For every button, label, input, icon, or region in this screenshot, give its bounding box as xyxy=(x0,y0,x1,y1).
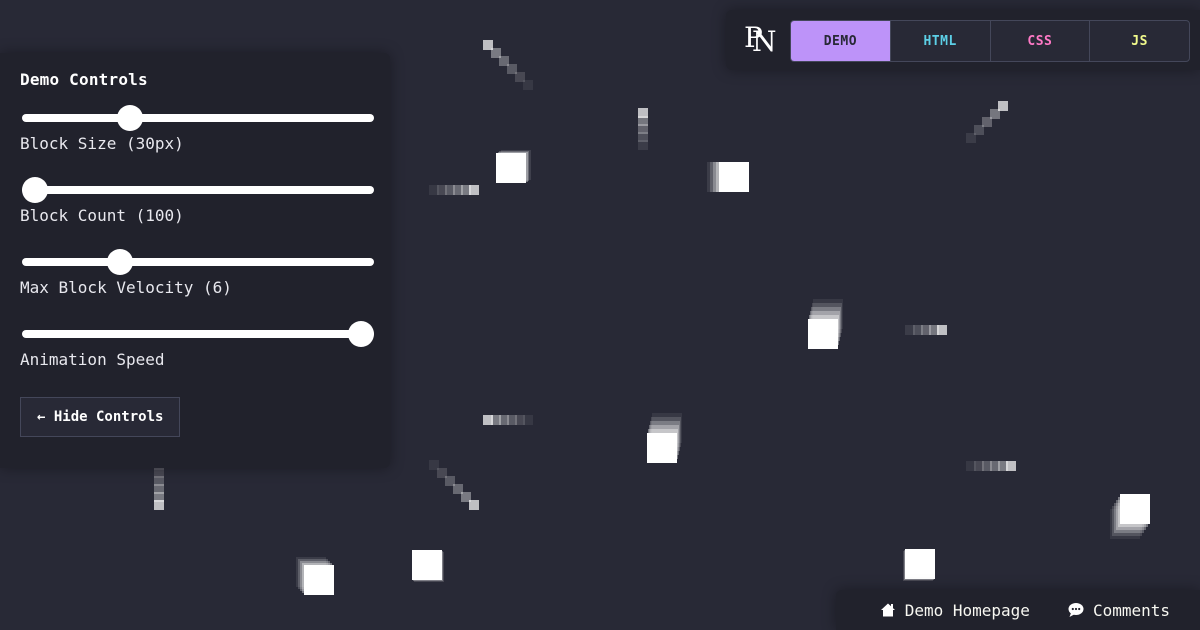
animated-block xyxy=(496,153,526,183)
animated-block xyxy=(647,433,677,463)
animation-speed-control: Animation Speed xyxy=(20,321,374,369)
tab-js[interactable]: JS xyxy=(1089,21,1189,61)
animated-block xyxy=(304,565,334,595)
hide-controls-button[interactable]: ← Hide Controls xyxy=(20,397,181,437)
animated-block xyxy=(469,185,479,195)
slider-thumb[interactable] xyxy=(106,249,133,275)
block-count-control: Block Count (100) xyxy=(20,177,374,225)
animation-speed-slider[interactable] xyxy=(22,321,374,347)
slider-track[interactable] xyxy=(22,186,374,194)
slider-thumb[interactable] xyxy=(22,177,48,203)
home-icon xyxy=(880,603,895,617)
demo-homepage-label: Demo Homepage xyxy=(904,600,1030,620)
animated-block xyxy=(638,108,648,118)
tab-css[interactable]: CSS xyxy=(989,21,1090,61)
block-count-label: Block Count (100) xyxy=(20,206,184,225)
animated-block xyxy=(412,550,442,580)
animation-speed-label: Animation Speed xyxy=(20,350,165,369)
comment-icon xyxy=(1068,603,1084,617)
comments-label: Comments xyxy=(1092,600,1170,620)
animated-block xyxy=(483,40,493,50)
block-size-control: Block Size (30px) xyxy=(20,105,374,153)
top-navigation: P N DEMO HTML CSS JS xyxy=(726,10,1200,70)
max-velocity-slider[interactable] xyxy=(22,249,374,275)
animated-block xyxy=(937,325,947,335)
logo-glyph-n: N xyxy=(752,25,777,58)
slider-track[interactable] xyxy=(22,258,374,266)
tab-html[interactable]: HTML xyxy=(889,21,990,61)
block-size-label: Block Size (30px) xyxy=(20,134,184,153)
comments-link[interactable]: Comments xyxy=(1068,601,1170,620)
tab-demo[interactable]: DEMO xyxy=(791,21,890,61)
animated-block xyxy=(808,319,838,349)
animated-block xyxy=(719,162,749,192)
max-velocity-control: Max Block Velocity (6) xyxy=(20,249,374,297)
animated-block xyxy=(905,549,935,579)
animated-block xyxy=(1006,461,1016,471)
slider-thumb[interactable] xyxy=(116,105,143,131)
animated-block xyxy=(1120,494,1150,524)
slider-thumb[interactable] xyxy=(348,321,374,347)
animated-block xyxy=(469,500,479,510)
animated-block xyxy=(998,101,1008,111)
block-size-slider[interactable] xyxy=(22,105,374,131)
footer-links: Demo Homepage Comments xyxy=(836,590,1200,630)
slider-track[interactable] xyxy=(22,114,374,122)
demo-homepage-link[interactable]: Demo Homepage xyxy=(880,601,1030,620)
slider-track[interactable] xyxy=(22,330,374,338)
max-velocity-label: Max Block Velocity (6) xyxy=(20,278,232,297)
demo-controls-panel: Demo Controls Block Size (30px) Block Co… xyxy=(0,53,390,468)
logo[interactable]: P N xyxy=(744,22,777,58)
controls-title: Demo Controls xyxy=(20,70,148,89)
block-count-slider[interactable] xyxy=(22,177,374,203)
view-tabs: DEMO HTML CSS JS xyxy=(790,20,1190,62)
animated-block xyxy=(154,500,164,510)
animated-block xyxy=(483,415,493,425)
